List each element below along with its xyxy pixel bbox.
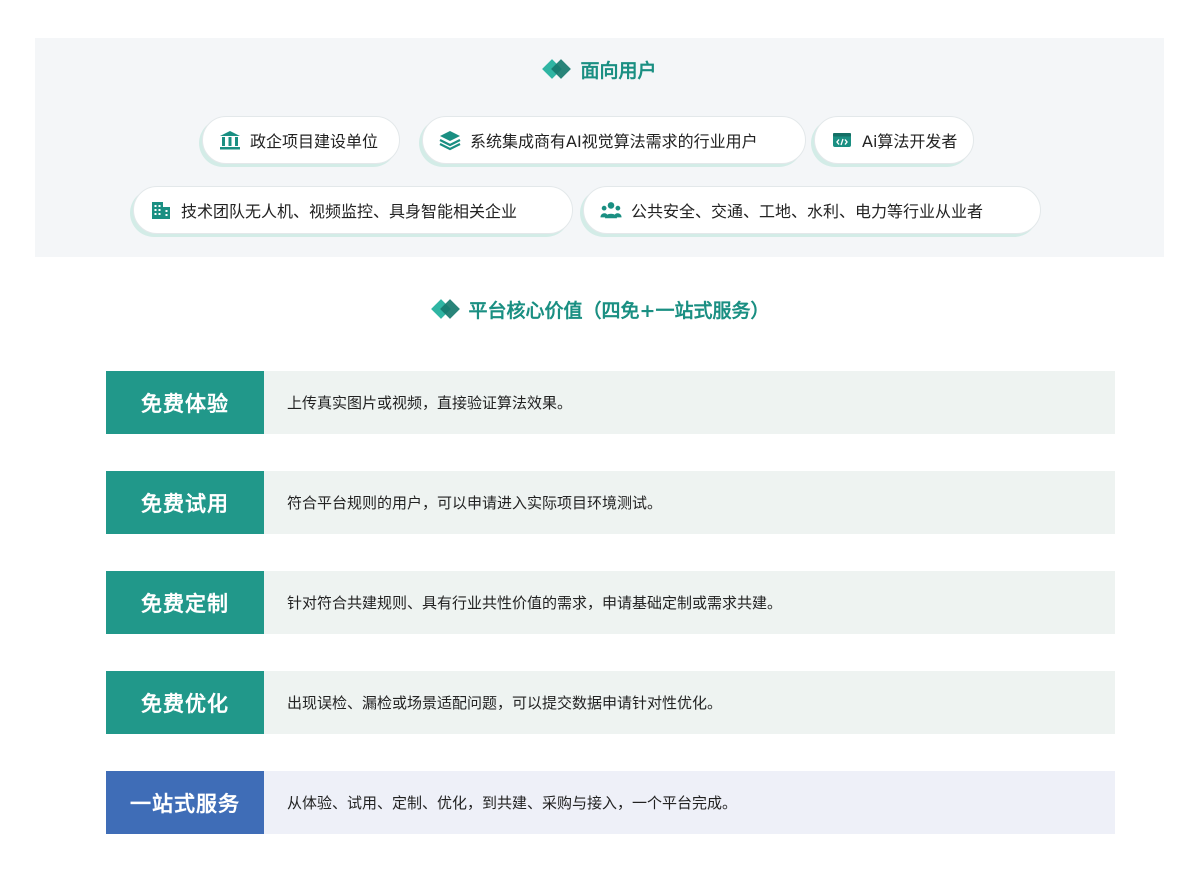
audience-pill-label: 技术团队无人机、视频监控、具身智能相关企业 bbox=[181, 202, 518, 221]
value-row-label: 免费试用 bbox=[106, 471, 264, 534]
value-row-desc: 从体验、试用、定制、优化，到共建、采购与接入，一个平台完成。 bbox=[264, 771, 1115, 834]
layers-icon bbox=[439, 129, 461, 151]
group-icon bbox=[600, 199, 622, 221]
code-window-icon bbox=[831, 129, 853, 151]
audience-pill-industry: 公共安全、交通、工地、水利、电力等行业从业者 bbox=[583, 186, 1041, 234]
audience-pill-label: 公共安全、交通、工地、水利、电力等行业从业者 bbox=[631, 202, 984, 221]
diamond-icon bbox=[542, 58, 572, 80]
audience-pill-tech-team: 技术团队无人机、视频监控、具身智能相关企业 bbox=[133, 186, 573, 234]
audience-pill-label: 政企项目建设单位 bbox=[250, 132, 379, 151]
audience-pill-label: 系统集成商有AI视觉算法需求的行业用户 bbox=[470, 132, 758, 151]
value-row-free-optimize: 免费优化 出现误检、漏检或场景适配问题，可以提交数据申请针对性优化。 bbox=[106, 671, 1115, 734]
audience-panel: 面向用户 政企项目建设单位 系统集成商有AI视觉算法需求的行业用户 Ai算法开发… bbox=[35, 38, 1164, 257]
value-row-desc: 符合平台规则的用户，可以申请进入实际项目环境测试。 bbox=[264, 471, 1115, 534]
value-title-text: 平台核心价值（四免+一站式服务） bbox=[468, 299, 770, 322]
audience-pill-label: Ai算法开发者 bbox=[862, 132, 958, 151]
value-row-label: 免费优化 bbox=[106, 671, 264, 734]
value-row-desc: 上传真实图片或视频，直接验证算法效果。 bbox=[264, 371, 1115, 434]
value-row-one-stop: 一站式服务 从体验、试用、定制、优化，到共建、采购与接入，一个平台完成。 bbox=[106, 771, 1115, 834]
value-row-desc: 出现误检、漏检或场景适配问题，可以提交数据申请针对性优化。 bbox=[264, 671, 1115, 734]
diamond-icon bbox=[430, 298, 461, 320]
audience-section-title: 面向用户 bbox=[35, 57, 1164, 82]
audience-title-text: 面向用户 bbox=[580, 59, 657, 82]
value-row-label: 免费体验 bbox=[106, 371, 264, 434]
audience-pill-gov: 政企项目建设单位 bbox=[202, 116, 400, 164]
value-row-free-experience: 免费体验 上传真实图片或视频，直接验证算法效果。 bbox=[106, 371, 1115, 434]
value-row-label: 免费定制 bbox=[106, 571, 264, 634]
bank-icon bbox=[219, 129, 241, 151]
value-row-free-custom: 免费定制 针对符合共建规则、具有行业共性价值的需求，申请基础定制或需求共建。 bbox=[106, 571, 1115, 634]
audience-pill-integrator: 系统集成商有AI视觉算法需求的行业用户 bbox=[422, 116, 806, 164]
value-row-label: 一站式服务 bbox=[106, 771, 264, 834]
audience-pill-developer: Ai算法开发者 bbox=[814, 116, 974, 164]
value-section-title: 平台核心价值（四免+一站式服务） bbox=[0, 296, 1200, 322]
value-row-free-trial: 免费试用 符合平台规则的用户，可以申请进入实际项目环境测试。 bbox=[106, 471, 1115, 534]
value-row-desc: 针对符合共建规则、具有行业共性价值的需求，申请基础定制或需求共建。 bbox=[264, 571, 1115, 634]
building-icon bbox=[150, 199, 172, 221]
